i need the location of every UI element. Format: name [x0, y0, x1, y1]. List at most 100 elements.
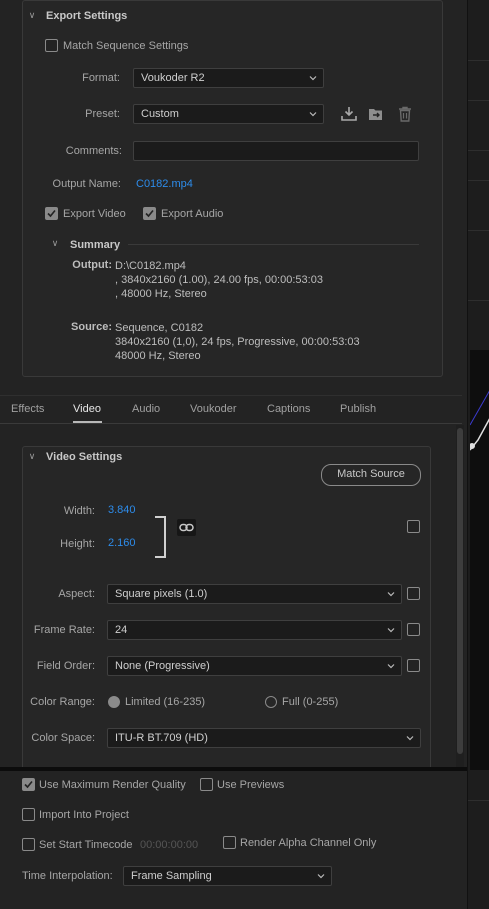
color-range-full-radio[interactable]	[265, 696, 277, 708]
summary-source-key: Source:	[71, 321, 112, 333]
use-previews-label[interactable]: Use Previews	[217, 779, 284, 791]
export-video-label[interactable]: Export Video	[63, 208, 126, 220]
frame-rate-dropdown[interactable]: 24	[107, 620, 402, 640]
chevron-down-icon	[387, 628, 395, 633]
chevron-down-icon	[387, 592, 395, 597]
chevron-down-icon	[309, 112, 317, 117]
video-settings-scrollbar-thumb[interactable]	[457, 428, 463, 754]
match-sequence-checkbox[interactable]	[45, 39, 58, 52]
color-range-full-label[interactable]: Full (0-255)	[282, 696, 338, 708]
color-space-value: ITU-R BT.709 (HD)	[115, 732, 208, 744]
summary-output-line-2: , 3840x2160 (1.00), 24.00 fps, 00:00:53:…	[115, 274, 323, 286]
chevron-down-icon	[406, 736, 414, 741]
save-preset-icon[interactable]	[340, 105, 358, 123]
delete-preset-icon[interactable]	[396, 105, 414, 123]
match-sequence-label[interactable]: Match Sequence Settings	[63, 40, 188, 52]
export-video-checkbox[interactable]	[45, 207, 58, 220]
frame-rate-label: Frame Rate:	[33, 624, 95, 636]
time-interpolation-dropdown[interactable]: Frame Sampling	[123, 866, 332, 886]
preset-dropdown[interactable]: Custom	[133, 104, 324, 124]
color-range-label: Color Range:	[30, 696, 95, 708]
import-into-project-checkbox[interactable]	[22, 808, 35, 821]
collapse-export-settings-icon[interactable]: ∨	[26, 9, 38, 21]
background-panel-rule	[468, 150, 489, 151]
checkmark-icon	[47, 209, 56, 218]
width-label: Width:	[63, 505, 95, 517]
frame-rate-value: 24	[115, 624, 128, 636]
preset-label: Preset:	[85, 108, 120, 120]
export-audio-checkbox[interactable]	[143, 207, 156, 220]
match-source-button[interactable]: Match Source	[321, 464, 421, 486]
time-interpolation-value: Frame Sampling	[131, 870, 212, 882]
field-order-label: Field Order:	[36, 660, 95, 672]
tab-audio[interactable]: Audio	[132, 403, 160, 415]
export-audio-label[interactable]: Export Audio	[161, 208, 223, 220]
chevron-down-icon	[387, 664, 395, 669]
comments-input[interactable]	[133, 141, 419, 161]
aspect-dropdown[interactable]: Square pixels (1.0)	[107, 584, 402, 604]
tab-effects[interactable]: Effects	[11, 403, 44, 415]
comments-label: Comments:	[65, 145, 122, 157]
video-settings-title: Video Settings	[46, 451, 123, 463]
tab-publish[interactable]: Publish	[340, 403, 376, 415]
width-value[interactable]: 3.840	[108, 504, 136, 516]
summary-divider	[128, 244, 419, 245]
import-preset-icon[interactable]	[367, 105, 385, 123]
constrain-proportions-button[interactable]	[177, 519, 196, 536]
frame-rate-checkbox[interactable]	[407, 623, 420, 636]
tabs-bottom-divider	[0, 423, 462, 424]
preset-value: Custom	[141, 108, 179, 120]
background-panel-rule	[468, 800, 489, 801]
background-panel-rule	[468, 100, 489, 101]
aspect-checkbox[interactable]	[407, 587, 420, 600]
width-height-checkbox[interactable]	[407, 520, 420, 533]
summary-output-line-3: , 48000 Hz, Stereo	[115, 288, 207, 300]
start-timecode-value[interactable]: 00:00:00:00	[140, 839, 198, 851]
max-render-quality-checkbox[interactable]	[22, 778, 35, 791]
collapse-video-settings-icon[interactable]: ∨	[26, 450, 38, 462]
export-settings-title: Export Settings	[46, 10, 128, 22]
background-graph	[469, 350, 489, 770]
tab-captions[interactable]: Captions	[267, 403, 310, 415]
summary-source-line-1: Sequence, C0182	[115, 322, 204, 334]
tab-video[interactable]: Video	[73, 403, 101, 415]
background-panel	[467, 0, 489, 909]
color-space-label: Color Space:	[31, 732, 95, 744]
use-previews-checkbox[interactable]	[200, 778, 213, 791]
background-panel-rule	[468, 300, 489, 301]
chain-link-icon	[179, 523, 194, 532]
color-space-dropdown[interactable]: ITU-R BT.709 (HD)	[107, 728, 421, 748]
checkmark-icon	[145, 209, 154, 218]
render-alpha-checkbox[interactable]	[223, 836, 236, 849]
aspect-value: Square pixels (1.0)	[115, 588, 208, 600]
tab-voukoder[interactable]: Voukoder	[190, 403, 236, 415]
format-dropdown[interactable]: Voukoder R2	[133, 68, 324, 88]
import-into-project-label[interactable]: Import Into Project	[39, 809, 129, 821]
collapse-summary-icon[interactable]: ∨	[49, 237, 61, 249]
background-panel-rule	[468, 60, 489, 61]
output-name-link[interactable]: C0182.mp4	[136, 178, 193, 190]
summary-output-key: Output:	[72, 259, 112, 271]
render-alpha-label[interactable]: Render Alpha Channel Only	[240, 837, 376, 849]
tabs-top-divider	[0, 395, 462, 396]
panel-separator	[0, 767, 467, 771]
summary-output-line-1: D:\C0182.mp4	[115, 260, 186, 272]
export-dialog: ∨ Export Settings Match Sequence Setting…	[0, 0, 467, 909]
color-range-limited-label[interactable]: Limited (16-235)	[125, 696, 205, 708]
summary-source-line-2: 3840x2160 (1,0), 24 fps, Progressive, 00…	[115, 336, 360, 348]
video-settings-group	[22, 446, 431, 771]
color-range-limited-radio[interactable]	[108, 696, 120, 708]
format-label: Format:	[82, 72, 120, 84]
format-value: Voukoder R2	[141, 72, 205, 84]
link-bracket-icon	[155, 516, 166, 558]
max-render-quality-label[interactable]: Use Maximum Render Quality	[39, 779, 186, 791]
checkmark-icon	[24, 780, 33, 789]
field-order-value: None (Progressive)	[115, 660, 210, 672]
output-name-label: Output Name:	[52, 178, 121, 190]
height-value[interactable]: 2.160	[108, 537, 136, 549]
curve-graph-icon	[469, 390, 489, 451]
field-order-dropdown[interactable]: None (Progressive)	[107, 656, 402, 676]
field-order-checkbox[interactable]	[407, 659, 420, 672]
set-start-timecode-checkbox[interactable]	[22, 838, 35, 851]
set-start-timecode-label[interactable]: Set Start Timecode	[39, 839, 133, 851]
